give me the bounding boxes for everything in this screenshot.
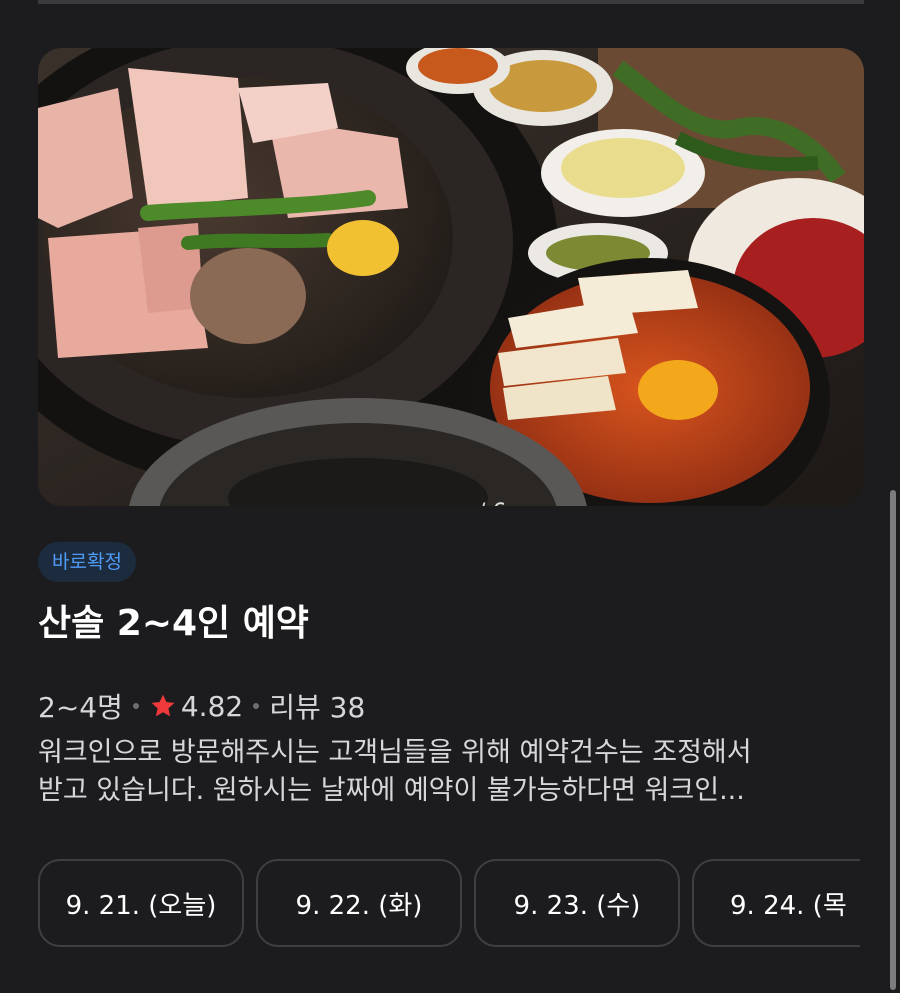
date-chip-today[interactable]: 9. 21. (오늘) — [38, 859, 244, 947]
product-meta: 2~4명 4.82 리뷰 38 — [38, 684, 365, 728]
date-chip[interactable]: 9. 24. (목 — [692, 859, 860, 947]
separator-dot — [253, 703, 260, 709]
rating-value: 4.82 — [180, 689, 244, 723]
separator-dot — [132, 703, 139, 709]
food-photo-illustration — [38, 48, 864, 506]
hero-photo[interactable]: / 6 — [38, 48, 864, 506]
photo-counter: / 6 — [478, 500, 506, 506]
date-chip[interactable]: 9. 23. (수) — [474, 859, 680, 947]
page: / 6 바로확정 산솔 2~4인 예약 2~4명 4.82 리뷰 38 워크인으… — [0, 0, 900, 993]
description-line: 받고 있습니다. 원하시는 날짜에 예약이 불가능하다면 워크인... — [38, 775, 745, 806]
date-selector[interactable]: 9. 21. (오늘) 9. 22. (화) 9. 23. (수) 9. 24.… — [38, 859, 860, 951]
product-description: 워크인으로 방문해주시는 고객님들을 위해 예약건수는 조정해서 받고 있습니다… — [38, 734, 864, 810]
star-icon — [151, 694, 175, 717]
review-count[interactable]: 리뷰 38 — [269, 686, 365, 726]
capacity-text: 2~4명 — [38, 691, 123, 724]
top-divider — [38, 0, 864, 4]
instant-confirm-badge: 바로확정 — [38, 542, 136, 582]
description-line: 워크인으로 방문해주시는 고객님들을 위해 예약건수는 조정해서 — [38, 737, 752, 768]
date-chip[interactable]: 9. 22. (화) — [256, 859, 462, 947]
product-title: 산솔 2~4인 예약 — [38, 603, 309, 644]
scrollbar[interactable] — [890, 490, 896, 990]
date-track: 9. 21. (오늘) 9. 22. (화) 9. 23. (수) 9. 24.… — [38, 859, 860, 947]
